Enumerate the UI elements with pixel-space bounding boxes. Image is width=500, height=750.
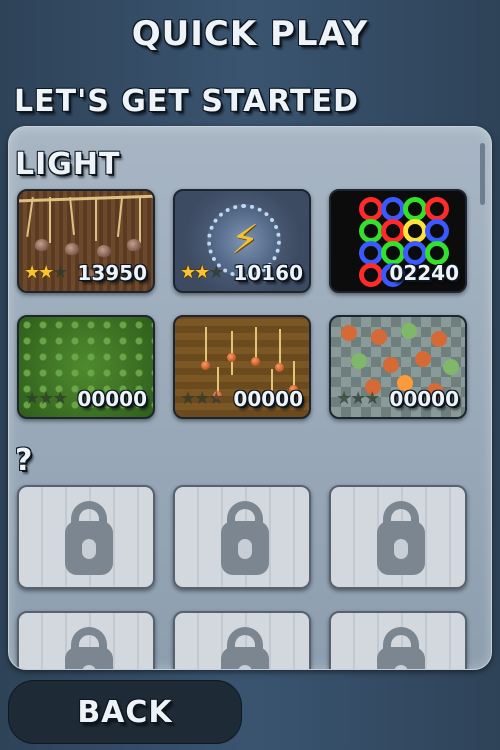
locked-level-tile[interactable] xyxy=(17,611,155,669)
star-rating: ★★★ xyxy=(180,262,224,283)
level-score: 00000 xyxy=(389,387,459,411)
level-score: 00000 xyxy=(77,387,147,411)
page-subtitle: LET'S GET STARTED xyxy=(14,84,359,119)
level-score: 10160 xyxy=(233,261,303,285)
level-score: 00000 xyxy=(233,387,303,411)
locked-level-tile[interactable] xyxy=(329,611,467,669)
page-title: QUICK PLAY xyxy=(131,14,369,54)
level-panel[interactable]: LIGHT ★★★ 13950 ⚡ ★★★ 10160 02240 ★★★ 00… xyxy=(8,126,492,670)
level-tile-1[interactable]: ★★★ 13950 xyxy=(17,189,155,293)
locked-level-tile[interactable] xyxy=(17,485,155,589)
lightning-bolt-icon: ⚡ xyxy=(231,217,260,263)
locked-level-tile[interactable] xyxy=(173,611,311,669)
star-rating: ★★★ xyxy=(24,388,68,409)
star-rating: ★★★ xyxy=(24,262,68,283)
star-rating: ★★★ xyxy=(336,388,380,409)
locked-level-tile[interactable] xyxy=(329,485,467,589)
level-tile-6[interactable]: ★★★ 00000 xyxy=(329,315,467,419)
section-label-locked: ? xyxy=(15,443,34,478)
level-tile-5[interactable]: ★★★ 00000 xyxy=(173,315,311,419)
level-score: 02240 xyxy=(389,261,459,285)
level-score: 13950 xyxy=(77,261,147,285)
back-button-label: BACK xyxy=(77,694,173,730)
level-tile-3[interactable]: 02240 xyxy=(329,189,467,293)
scrollbar[interactable] xyxy=(480,143,485,205)
level-tile-2[interactable]: ⚡ ★★★ 10160 xyxy=(173,189,311,293)
section-label-light: LIGHT xyxy=(15,147,121,182)
back-button[interactable]: BACK xyxy=(8,680,242,744)
star-rating: ★★★ xyxy=(180,388,224,409)
locked-level-tile[interactable] xyxy=(173,485,311,589)
level-tile-4[interactable]: ★★★ 00000 xyxy=(17,315,155,419)
